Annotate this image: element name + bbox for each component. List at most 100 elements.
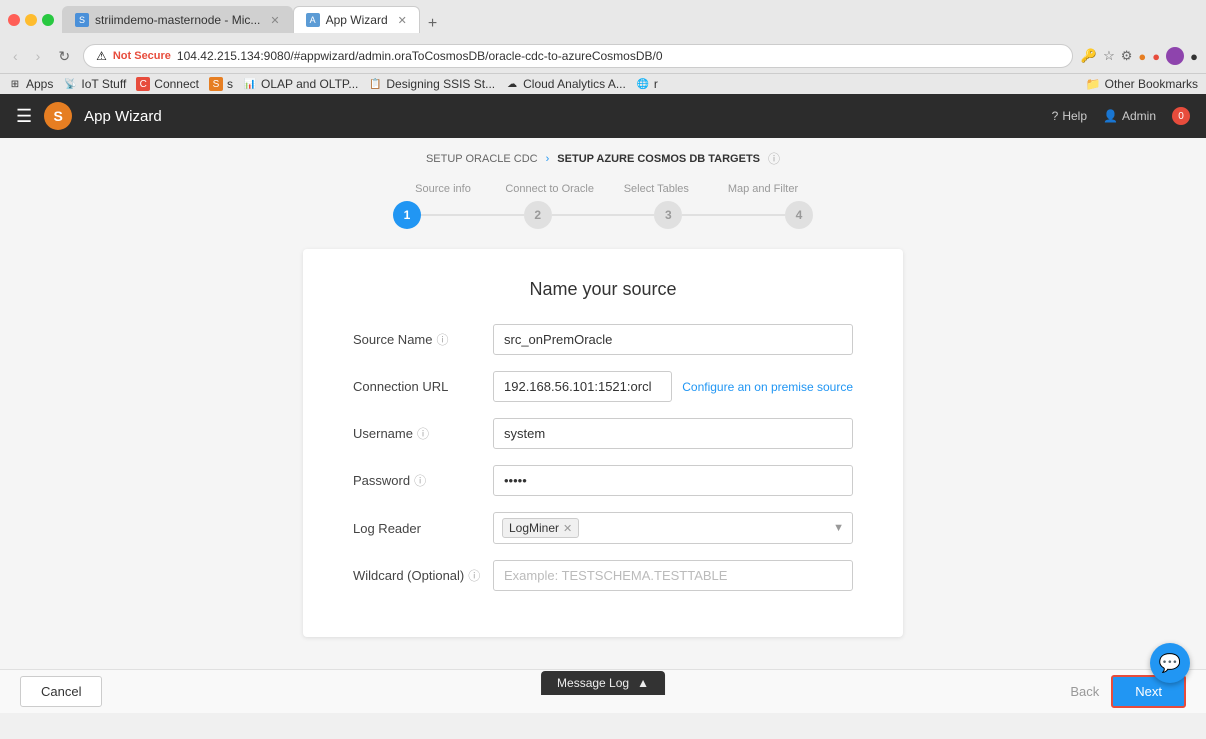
wildcard-row: Wildcard (Optional) ⓘ [353,560,853,591]
cancel-button[interactable]: Cancel [20,676,102,707]
breadcrumb-step1: SETUP ORACLE CDC [426,153,538,165]
back-nav-button[interactable]: ‹ [8,46,23,66]
step-line-1-2 [421,214,524,216]
username-input[interactable] [493,418,853,449]
log-reader-row: Log Reader LogMiner ✕ ▼ [353,512,853,544]
step-bar: 1 2 3 4 [393,201,813,229]
address-url: 104.42.215.134:9080/#appwizard/admin.ora… [177,49,663,63]
admin-label: Admin [1122,109,1156,123]
breadcrumb-info-icon[interactable]: ⓘ [768,150,780,167]
tab-label-striimdemo: striimdemo-masternode - Mic... [95,13,260,27]
bookmark-r-label: r [654,77,658,91]
tab-close-appwizard[interactable]: ✕ [398,14,407,27]
wildcard-field [493,560,853,591]
username-field [493,418,853,449]
log-reader-tag-close[interactable]: ✕ [563,522,572,535]
folder-icon: 📁 [1086,77,1101,91]
help-button[interactable]: ? Help [1052,109,1087,123]
connection-url-input[interactable] [493,371,672,402]
settings-icon[interactable]: ⚙ [1121,48,1133,64]
admin-button[interactable]: 👤 Admin [1103,109,1156,123]
bookmark-iot[interactable]: 📡 IoT Stuff [63,77,126,91]
step-label-2: Connect to Oracle [500,183,600,195]
password-label: Password ⓘ [353,472,493,489]
other-bookmarks-label: Other Bookmarks [1105,77,1198,91]
form-title: Name your source [353,279,853,300]
bookmark-iot-label: IoT Stuff [81,77,126,91]
wildcard-info-icon[interactable]: ⓘ [468,567,480,584]
back-button[interactable]: Back [1070,684,1099,699]
step-circle-3[interactable]: 3 [654,201,682,229]
step-line-3-4 [682,214,785,216]
bookmark-cloud[interactable]: ☁ Cloud Analytics A... [505,77,626,91]
chat-icon: 💬 [1159,653,1181,674]
chat-button[interactable]: 💬 [1150,643,1190,683]
message-log-label: Message Log [557,676,629,690]
olap-icon: 📊 [243,77,257,91]
hamburger-menu-button[interactable]: ☰ [16,106,32,127]
close-button[interactable] [8,14,20,26]
username-info-icon[interactable]: ⓘ [417,425,429,442]
connection-url-row: Connection URL Configure an on premise s… [353,371,853,402]
bookmark-s[interactable]: S s [209,77,233,91]
bookmark-olap[interactable]: 📊 OLAP and OLTP... [243,77,358,91]
breadcrumb: SETUP ORACLE CDC › SETUP AZURE COSMOS DB… [426,138,780,173]
bookmark-connect[interactable]: C Connect [136,77,199,91]
tab-favicon-striimdemo: S [75,13,89,27]
log-reader-tag: LogMiner ✕ [502,518,579,538]
source-name-label: Source Name ⓘ [353,331,493,348]
breadcrumb-step2: SETUP AZURE COSMOS DB TARGETS [557,153,760,165]
globe-icon: 🌐 [636,77,650,91]
tab-appwizard[interactable]: A App Wizard ✕ [293,6,420,33]
address-input[interactable]: ⚠ Not Secure 104.42.215.134:9080/#appwiz… [83,44,1073,68]
bookmark-apps[interactable]: ⊞ Apps [8,77,53,91]
reload-button[interactable]: ↻ [53,46,75,67]
address-icons: 🔑 ☆ ⚙ ● ● ● [1081,47,1198,65]
minimize-button[interactable] [25,14,37,26]
bookmark-s-label: s [227,77,233,91]
purple-icon [1166,47,1184,65]
wildcard-input[interactable] [493,560,853,591]
step-circle-4[interactable]: 4 [785,201,813,229]
tab-striimdemo[interactable]: S striimdemo-masternode - Mic... ✕ [62,6,293,33]
step-label-1: Source info [393,183,493,195]
step-circle-2[interactable]: 2 [524,201,552,229]
star-icon[interactable]: ☆ [1103,48,1115,64]
log-reader-select[interactable]: LogMiner ✕ ▼ [493,512,853,544]
message-log-bar[interactable]: Message Log ▲ [541,671,665,695]
help-icon: ? [1052,109,1059,123]
source-name-field [493,324,853,355]
bookmark-ssis[interactable]: 📋 Designing SSIS St... [368,77,495,91]
bookmark-ssis-label: Designing SSIS St... [386,77,495,91]
source-name-input[interactable] [493,324,853,355]
address-bar: ‹ › ↻ ⚠ Not Secure 104.42.215.134:9080/#… [0,39,1206,73]
maximize-button[interactable] [42,14,54,26]
other-bookmarks[interactable]: 📁 Other Bookmarks [1086,77,1198,91]
log-reader-field: LogMiner ✕ ▼ [493,512,853,544]
main-content: SETUP ORACLE CDC › SETUP AZURE COSMOS DB… [0,138,1206,669]
configure-on-premise-link[interactable]: Configure an on premise source [682,380,853,394]
ssis-icon: 📋 [368,77,382,91]
tab-label-appwizard: App Wizard [326,13,388,27]
step-wizard: Source info Connect to Oracle Select Tab… [0,183,1206,229]
bookmarks-bar: ⊞ Apps 📡 IoT Stuff C Connect S s 📊 OLAP … [0,73,1206,94]
source-name-row: Source Name ⓘ [353,324,853,355]
bookmark-cloud-label: Cloud Analytics A... [523,77,626,91]
password-input[interactable] [493,465,853,496]
tab-close-striimdemo[interactable]: ✕ [270,14,279,27]
app-logo: S [44,102,72,130]
step-labels: Source info Connect to Oracle Select Tab… [393,183,813,195]
step-line-2-3 [552,214,655,216]
notification-badge[interactable]: 0 [1172,107,1190,125]
bookmark-r[interactable]: 🌐 r [636,77,658,91]
forward-nav-button[interactable]: › [31,46,46,66]
app-title: App Wizard [84,108,162,125]
source-name-info-icon[interactable]: ⓘ [436,331,448,348]
key-icon: 🔑 [1081,48,1097,64]
bookmark-connect-label: Connect [154,77,199,91]
orange-icon: ● [1138,49,1146,64]
new-tab-button[interactable]: + [420,15,445,33]
step-circle-1[interactable]: 1 [393,201,421,229]
help-label: Help [1062,109,1087,123]
password-info-icon[interactable]: ⓘ [414,472,426,489]
